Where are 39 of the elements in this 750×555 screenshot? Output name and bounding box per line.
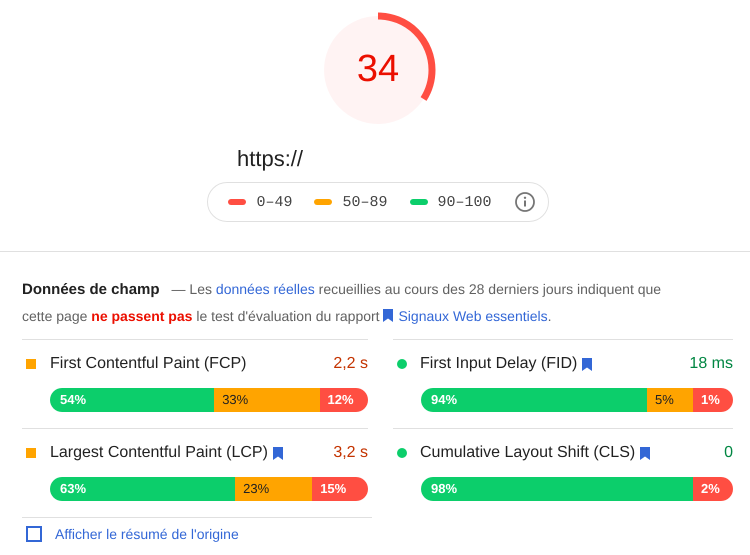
average-range-label: 50–89 — [342, 194, 388, 210]
info-icon[interactable] — [514, 191, 536, 213]
distribution-segment: 5% — [647, 388, 693, 412]
origin-summary-label[interactable]: Afficher le résumé de l'origine — [55, 526, 239, 542]
metric-name: Cumulative Layout Shift (CLS) — [420, 444, 636, 462]
field-data-description: Données de champ — Les données réelles recueillies au cours des 28 derniers jours indiquent que cette page ne passent pas le test d'évaluation du rapport Signaux Web essentiels. — [22, 280, 662, 326]
distribution-segment: 15% — [312, 477, 368, 501]
metric-name: Largest Contentful Paint (LCP) — [50, 444, 268, 462]
performance-score: 34 — [356, 48, 400, 91]
distribution-segment: 23% — [235, 477, 312, 501]
page-url: https:// — [237, 146, 304, 172]
metric-value: 18 ms — [689, 355, 733, 373]
distribution-segment: 12% — [320, 388, 368, 412]
fail-range-label: 0–49 — [256, 194, 292, 210]
metric-name: First Input Delay (FID) — [420, 355, 578, 373]
metric-value: 0 — [724, 444, 733, 462]
report-link[interactable]: données réelles — [216, 281, 315, 297]
distribution-segment: 54% — [50, 388, 214, 412]
square-rating-icon — [26, 448, 36, 458]
bookmark-icon — [383, 309, 394, 322]
metric-value: 3,2 s — [333, 444, 368, 462]
distribution-segment: 33% — [214, 388, 320, 412]
range-swatch-icon — [314, 199, 332, 205]
distribution-segment: 2% — [693, 477, 733, 501]
metric-value: 2,2 s — [333, 355, 368, 373]
circle-rating-icon — [397, 448, 407, 458]
report-link[interactable]: Signaux Web essentiels — [398, 308, 548, 324]
distribution-segment: 94% — [421, 388, 647, 412]
pass-range-label: 90–100 — [438, 194, 492, 210]
origin-summary-checkbox[interactable]: Afficher le résumé de l'origine — [22, 517, 372, 542]
distribution-segment: 98% — [421, 477, 693, 501]
range-swatch-icon — [410, 199, 428, 205]
checkbox-icon[interactable] — [26, 526, 42, 542]
circle-rating-icon — [397, 359, 407, 369]
distribution-segment: 63% — [50, 477, 236, 501]
distribution-segment: 1% — [693, 388, 733, 412]
range-swatch-icon — [228, 199, 246, 205]
square-rating-icon — [26, 359, 36, 369]
metric-name: First Contentful Paint (FCP) — [50, 355, 246, 373]
